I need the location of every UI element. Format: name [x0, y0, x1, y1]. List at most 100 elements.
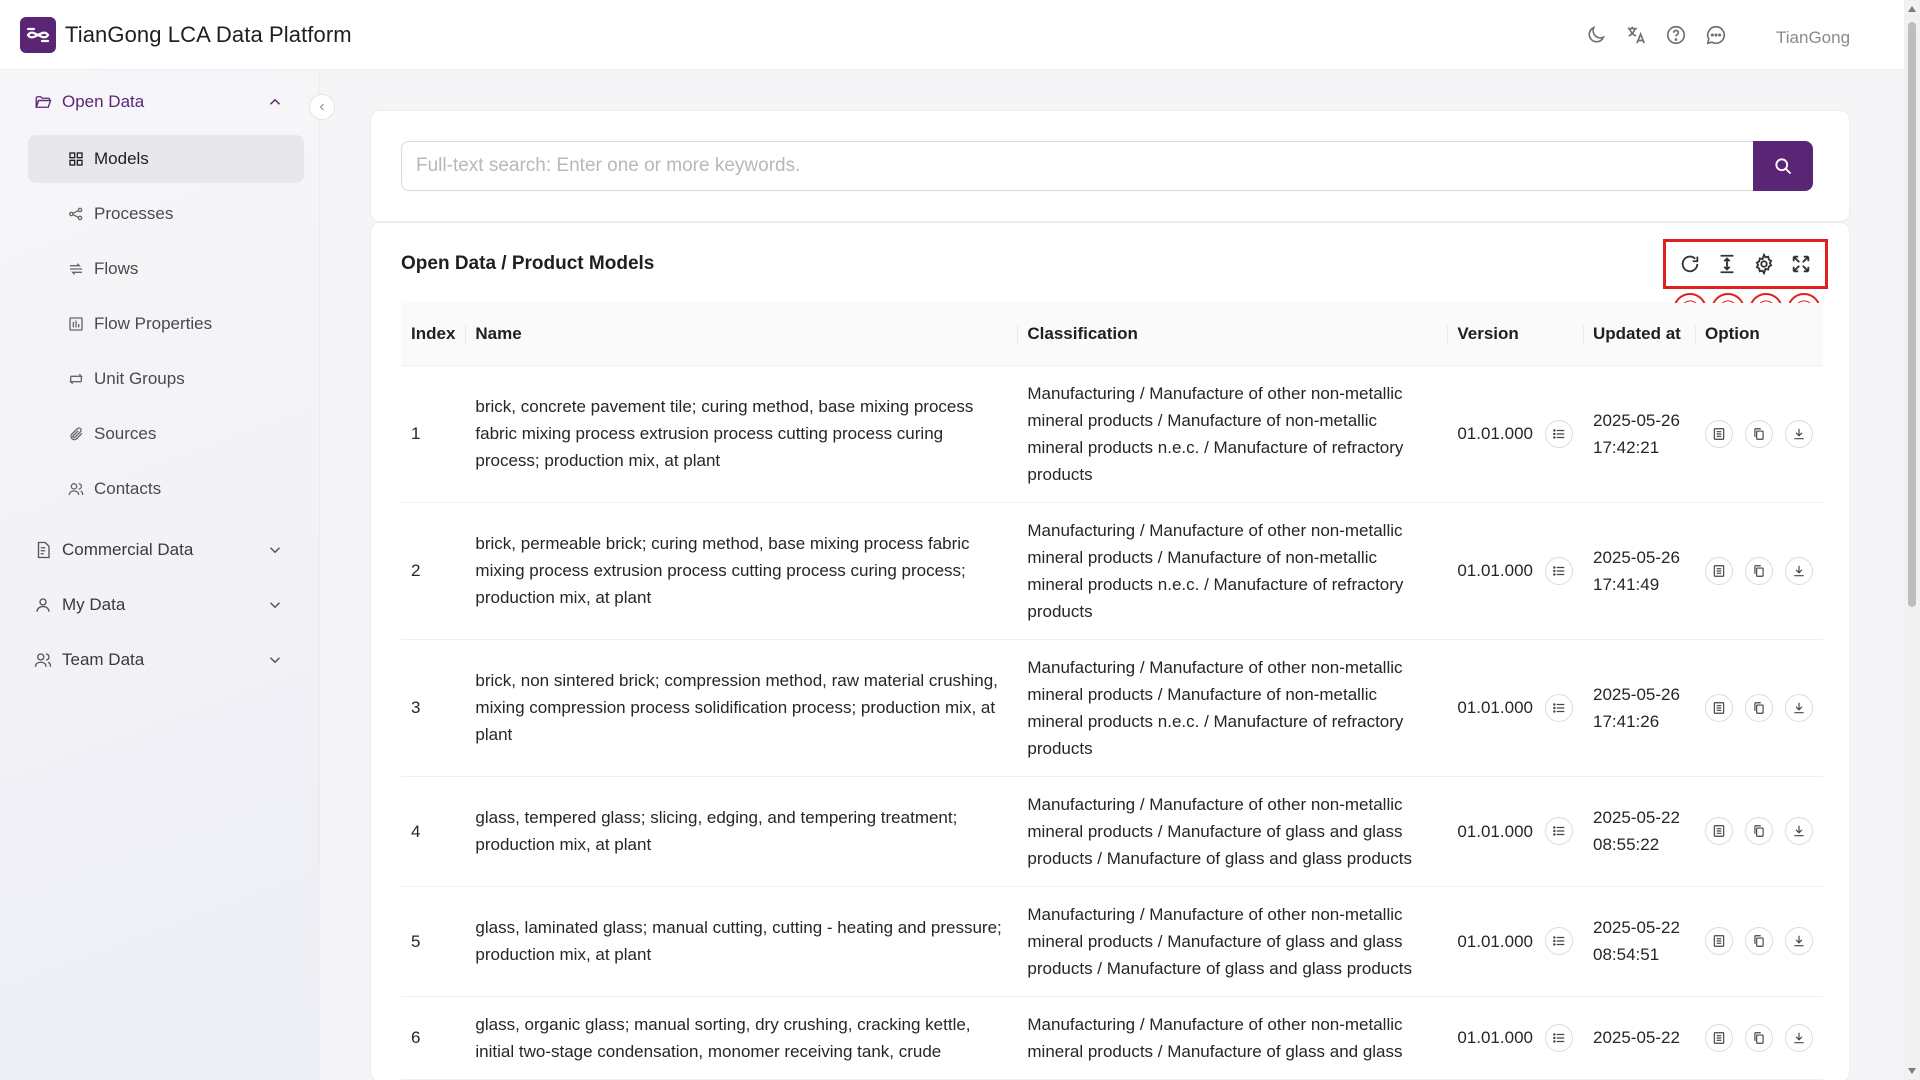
sidebar-item-unit-groups[interactable]: Unit Groups [28, 355, 304, 403]
sidebar-item-processes[interactable]: Processes [28, 190, 304, 238]
download-button[interactable] [1785, 419, 1813, 448]
sidebar-item-flows[interactable]: Flows [28, 245, 304, 293]
table-header-row: Index Name Classification Version Update… [401, 303, 1823, 366]
table-row[interactable]: 6 glass, organic glass; manual sorting, … [401, 996, 1823, 1080]
reload-icon[interactable] [1679, 253, 1701, 275]
cell-option [1695, 886, 1823, 997]
sidebar-item-sources[interactable]: Sources [28, 410, 304, 458]
copy-button[interactable] [1745, 927, 1773, 955]
updated-time: 08:55:22 [1592, 835, 1660, 854]
moon-icon[interactable] [1585, 24, 1607, 46]
models-icon [68, 151, 84, 167]
translate-icon[interactable] [1625, 24, 1647, 46]
team-icon [34, 651, 52, 669]
view-button[interactable] [1705, 419, 1733, 448]
column-header-updated-at[interactable]: Updated at [1582, 303, 1695, 366]
cell-index: 4 [401, 776, 466, 887]
sidebar-item-label: Unit Groups [94, 369, 185, 388]
sidebar-item-models[interactable]: Models [28, 135, 304, 183]
download-button[interactable] [1785, 693, 1813, 722]
sources-icon [68, 426, 84, 442]
download-button[interactable] [1785, 927, 1813, 955]
chat-icon[interactable] [1705, 24, 1727, 46]
app-title: TianGong LCA Data Platform [65, 22, 352, 47]
page-scrollbar[interactable] [1904, 0, 1920, 1080]
chevron-down-icon [266, 596, 284, 614]
search-icon [1773, 156, 1793, 176]
table-row[interactable]: 3 brick, non sintered brick; compression… [401, 639, 1823, 777]
copy-icon [1752, 824, 1766, 838]
folder-open-icon [34, 93, 52, 111]
version-wrap: 01.01.000 [1457, 419, 1573, 448]
view-button[interactable] [1705, 556, 1733, 585]
table-row[interactable]: 1 brick, concrete pavement tile; curing … [401, 365, 1823, 503]
sidebar-collapse-button[interactable] [309, 94, 335, 120]
copy-button[interactable] [1745, 419, 1773, 448]
download-button[interactable] [1785, 556, 1813, 585]
sidebar-item-contacts[interactable]: Contacts [28, 465, 304, 513]
cell-classification: Manufacturing / Manufacture of other non… [1017, 502, 1448, 640]
density-icon[interactable] [1716, 253, 1738, 275]
help-icon[interactable] [1665, 24, 1687, 46]
file-icon [34, 541, 52, 559]
table-row[interactable]: 5 glass, laminated glass; manual cutting… [401, 886, 1823, 997]
column-header-name[interactable]: Name [465, 303, 1018, 366]
scroll-down-icon[interactable] [1907, 1066, 1917, 1076]
chevron-down-icon [266, 651, 284, 669]
search-button[interactable] [1753, 141, 1813, 191]
view-button[interactable] [1705, 1023, 1733, 1052]
version-list-button[interactable] [1544, 693, 1573, 722]
version-wrap: 01.01.000 [1457, 927, 1573, 955]
sidebar-group-open-data[interactable]: Open Data [22, 80, 298, 124]
list-icon [1552, 1031, 1566, 1045]
fullscreen-icon[interactable] [1790, 253, 1812, 275]
view-detail-icon [1712, 564, 1726, 578]
cell-updated-at: 2025-05-26 17:41:49 [1582, 502, 1695, 640]
version-wrap: 01.01.000 [1457, 693, 1573, 722]
list-icon [1552, 427, 1566, 441]
table-row[interactable]: 2 brick, permeable brick; curing method,… [401, 502, 1823, 640]
column-header-version[interactable]: Version [1447, 303, 1583, 366]
copy-button[interactable] [1745, 1023, 1773, 1052]
version-list-button[interactable] [1544, 1023, 1573, 1052]
copy-button[interactable] [1745, 693, 1773, 722]
cell-name: brick, non sintered brick; compression m… [465, 639, 1018, 777]
settings-icon[interactable] [1753, 253, 1775, 275]
copy-button[interactable] [1745, 817, 1773, 845]
search-input[interactable] [401, 141, 1753, 191]
app-logo[interactable] [20, 17, 56, 53]
version-list-button[interactable] [1544, 817, 1573, 845]
table-card: Open Data / Product Models ⑤ ⑥ ⑦ ⑧ Index… [370, 222, 1850, 1080]
download-icon [1792, 564, 1806, 578]
scrollbar-thumb[interactable] [1908, 22, 1916, 607]
copy-button[interactable] [1745, 556, 1773, 585]
cell-classification: Manufacturing / Manufacture of other non… [1017, 886, 1448, 997]
view-button[interactable] [1705, 693, 1733, 722]
cell-version: 01.01.000 [1447, 502, 1583, 640]
list-icon [1552, 824, 1566, 838]
search-card [370, 110, 1850, 222]
view-detail-icon [1712, 824, 1726, 838]
user-name[interactable]: TianGong [1776, 28, 1850, 48]
table-row[interactable]: 4 glass, tempered glass; slicing, edging… [401, 776, 1823, 887]
scroll-up-icon[interactable] [1907, 4, 1917, 14]
download-button[interactable] [1785, 817, 1813, 845]
view-detail-icon [1712, 1031, 1726, 1045]
view-button[interactable] [1705, 927, 1733, 955]
view-button[interactable] [1705, 817, 1733, 845]
column-header-index[interactable]: Index [401, 303, 466, 366]
version-list-button[interactable] [1544, 419, 1573, 448]
download-icon [1792, 824, 1806, 838]
cell-index: 3 [401, 639, 466, 777]
column-header-classification[interactable]: Classification [1017, 303, 1448, 366]
sidebar-group-my-data[interactable]: My Data [22, 583, 298, 627]
cell-version: 01.01.000 [1447, 365, 1583, 503]
cell-option [1695, 639, 1823, 777]
copy-icon [1752, 564, 1766, 578]
version-list-button[interactable] [1544, 556, 1573, 585]
download-button[interactable] [1785, 1023, 1813, 1052]
sidebar-item-flow-properties[interactable]: Flow Properties [28, 300, 304, 348]
sidebar-group-commercial-data[interactable]: Commercial Data [22, 528, 298, 572]
version-list-button[interactable] [1544, 927, 1573, 955]
sidebar-group-team-data[interactable]: Team Data [22, 638, 298, 682]
